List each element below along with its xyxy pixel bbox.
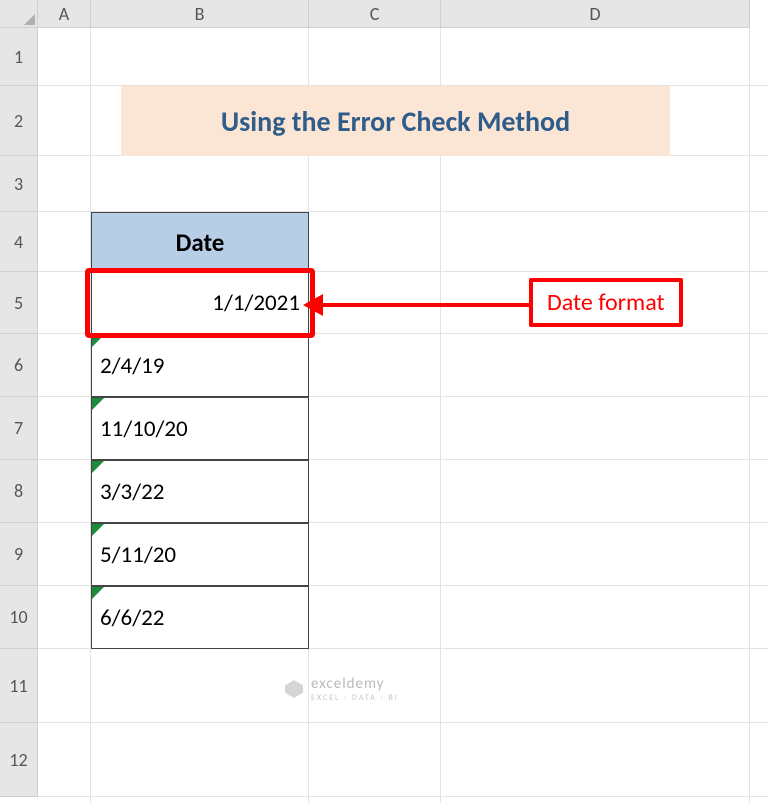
arrow-head-icon bbox=[303, 294, 323, 316]
select-all-corner[interactable] bbox=[0, 0, 38, 28]
column-header-A[interactable]: A bbox=[38, 0, 91, 28]
cell-B6[interactable]: 2/4/19 bbox=[91, 334, 309, 397]
spreadsheet-grid: ABCD 123456789101112 Using the Error Che… bbox=[0, 0, 768, 803]
watermark-tagline: EXCEL · DATA · BI bbox=[311, 693, 399, 703]
arrow-line bbox=[321, 303, 529, 307]
row-header-9[interactable]: 9 bbox=[0, 523, 38, 586]
row-header-11[interactable]: 11 bbox=[0, 649, 38, 723]
column-headers: ABCD bbox=[0, 0, 750, 28]
row-header-4[interactable]: 4 bbox=[0, 212, 38, 272]
worksheet[interactable]: Using the Error Check Method Date1/1/2021… bbox=[38, 28, 768, 803]
row-header-6[interactable]: 6 bbox=[0, 334, 38, 397]
page-title: Using the Error Check Method bbox=[121, 86, 670, 156]
column-header-C[interactable]: C bbox=[309, 0, 441, 28]
row-header-10[interactable]: 10 bbox=[0, 586, 38, 649]
column-header-D[interactable]: D bbox=[441, 0, 750, 28]
cell-B7[interactable]: 11/10/20 bbox=[91, 397, 309, 460]
row-header-3[interactable]: 3 bbox=[0, 156, 38, 212]
row-header-8[interactable]: 8 bbox=[0, 460, 38, 523]
column-header-B[interactable]: B bbox=[91, 0, 309, 28]
row-header-12[interactable]: 12 bbox=[0, 723, 38, 797]
row-header-5[interactable]: 5 bbox=[0, 272, 38, 334]
watermark-name: exceldemy bbox=[311, 675, 384, 693]
row-header-1[interactable]: 1 bbox=[0, 28, 38, 86]
watermark-logo-icon bbox=[285, 680, 303, 698]
cell-B8[interactable]: 3/3/22 bbox=[91, 460, 309, 523]
row-headers: 123456789101112 bbox=[0, 28, 38, 797]
callout-date-format: Date format bbox=[529, 278, 683, 327]
row-header-2[interactable]: 2 bbox=[0, 86, 38, 156]
cell-B9[interactable]: 5/11/20 bbox=[91, 523, 309, 586]
cell-B5[interactable]: 1/1/2021 bbox=[91, 272, 309, 334]
cell-B10[interactable]: 6/6/22 bbox=[91, 586, 309, 649]
watermark: exceldemyEXCEL · DATA · BI bbox=[285, 675, 399, 703]
table-header-date[interactable]: Date bbox=[91, 212, 309, 272]
row-header-7[interactable]: 7 bbox=[0, 397, 38, 460]
